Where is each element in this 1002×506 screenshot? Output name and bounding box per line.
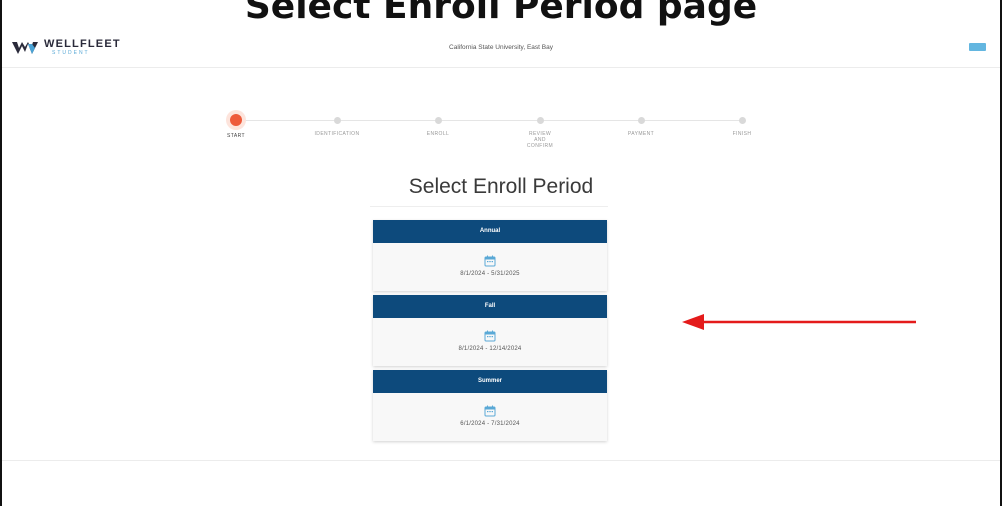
step-dot	[333, 117, 341, 124]
period-card-summer[interactable]: Summer 6/1/2024 - 7/31/2024	[373, 370, 607, 441]
period-card-fall[interactable]: Fall 8/1/2024 - 12/14/2024	[373, 295, 607, 366]
title-divider	[370, 206, 608, 207]
menu-icon[interactable]	[969, 43, 986, 51]
progress-stepper: START IDENTIFICATION ENROLL REVIEW AND C…	[2, 110, 1000, 170]
period-body: 8/1/2024 - 5/31/2025	[373, 243, 607, 291]
step-label: IDENTIFICATION	[314, 131, 360, 137]
period-name: Fall	[373, 295, 607, 318]
step-dot	[637, 117, 645, 124]
step-dot	[536, 117, 544, 124]
step-label: START	[227, 133, 245, 139]
calendar-icon	[484, 255, 496, 267]
step-payment: PAYMENT	[596, 110, 686, 137]
step-dot	[738, 117, 746, 124]
step-label: PAYMENT	[627, 131, 655, 137]
step-identification: IDENTIFICATION	[292, 110, 382, 137]
step-start: START	[191, 110, 281, 139]
footer-divider	[2, 460, 1000, 461]
page-caption: Select Enroll Period page	[244, 0, 758, 27]
arrow-left-icon	[682, 314, 916, 330]
calendar-icon	[484, 405, 496, 417]
screenshot-frame: Select Enroll Period page WELLFLEET STUD…	[0, 0, 1002, 506]
step-dot-active	[230, 114, 242, 126]
step-dot	[434, 117, 442, 124]
step-review-confirm: REVIEW AND CONFIRM	[495, 110, 585, 149]
period-dates: 8/1/2024 - 5/31/2025	[460, 271, 520, 277]
enroll-period-list: Annual 8/1/2024 - 5/31/2025 Fall 8/1/202…	[373, 220, 607, 445]
school-name: California State University, East Bay	[449, 44, 553, 51]
period-body: 6/1/2024 - 7/31/2024	[373, 393, 607, 441]
top-bar: WELLFLEET STUDENT California State Unive…	[2, 30, 1000, 68]
period-name: Annual	[373, 220, 607, 243]
period-dates: 6/1/2024 - 7/31/2024	[460, 421, 520, 427]
step-finish: FINISH	[697, 110, 787, 137]
step-enroll: ENROLL	[393, 110, 483, 137]
period-dates: 8/1/2024 - 12/14/2024	[458, 346, 522, 352]
period-card-annual[interactable]: Annual 8/1/2024 - 5/31/2025	[373, 220, 607, 291]
period-body: 8/1/2024 - 12/14/2024	[373, 318, 607, 366]
calendar-icon	[484, 330, 496, 342]
step-label: REVIEW AND CONFIRM	[526, 131, 554, 149]
period-name: Summer	[373, 370, 607, 393]
step-label: FINISH	[732, 131, 752, 137]
step-label: ENROLL	[426, 131, 450, 137]
page-title: Select Enroll Period	[408, 175, 594, 198]
